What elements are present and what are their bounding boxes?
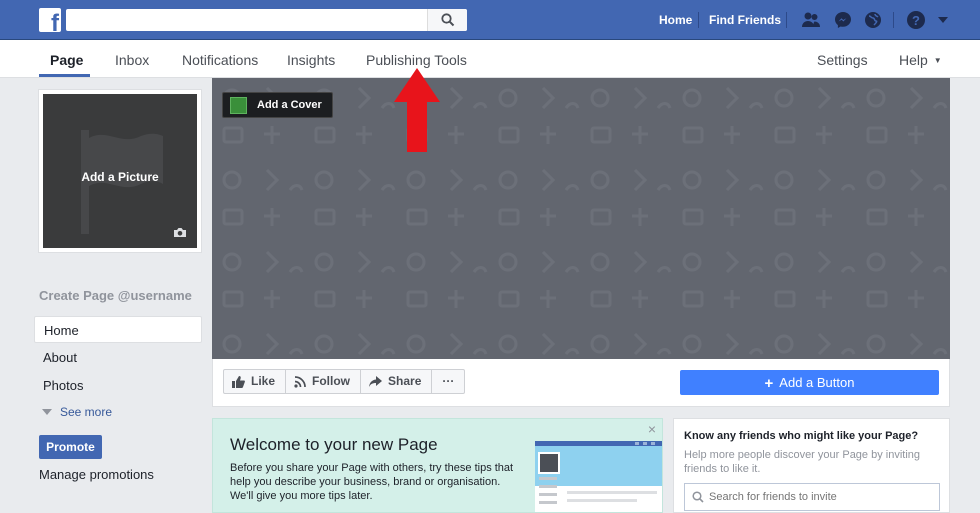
find-friends-link[interactable]: Find Friends (709, 13, 781, 27)
like-button[interactable]: Like (224, 370, 287, 393)
tab-inbox[interactable]: Inbox (115, 52, 149, 68)
welcome-body: Before you share your Page with others, … (230, 462, 514, 502)
top-bar: f Home Find Friends ? (0, 0, 980, 40)
rss-follow-icon (294, 375, 306, 388)
nav-divider (893, 12, 894, 28)
sidebar-item-photos[interactable]: Photos (34, 372, 202, 399)
home-link[interactable]: Home (659, 13, 692, 27)
like-label: Like (251, 374, 276, 388)
add-cover-label: Add a Cover (257, 99, 322, 111)
active-tab-underline (39, 74, 90, 77)
follow-button[interactable]: Follow (286, 370, 362, 393)
account-menu-chevron-down-icon[interactable] (936, 14, 950, 26)
profile-picture-placeholder[interactable]: Add a Picture (43, 94, 197, 248)
globe-notifications-icon[interactable] (863, 10, 883, 30)
page-actions-group: Like Follow Share ··· (223, 369, 466, 394)
search-icon (441, 13, 455, 27)
invite-body: Help more people discover your Page by i… (684, 449, 921, 475)
manage-promotions-link[interactable]: Manage promotions (39, 467, 154, 482)
invite-friends-search-input[interactable] (709, 484, 935, 510)
tab-page[interactable]: Page (50, 52, 83, 68)
search-input[interactable] (66, 9, 426, 31)
cover-photo-area[interactable] (212, 78, 950, 359)
nav-divider (786, 12, 787, 28)
more-dots-icon: ··· (442, 374, 455, 388)
tab-insights[interactable]: Insights (287, 52, 335, 68)
welcome-panel: Welcome to your new Page Before you shar… (212, 418, 663, 513)
nav-divider (698, 12, 699, 28)
sidebar-item-home[interactable]: Home (34, 316, 202, 343)
invite-search-box (684, 483, 940, 511)
page-nav: Page Inbox Notifications Insights Publis… (0, 40, 980, 78)
plus-icon: + (764, 375, 774, 392)
svg-text:?: ? (912, 13, 920, 28)
tab-help-label: Help (899, 52, 928, 68)
red-arrow-annotation-icon (394, 68, 440, 152)
share-arrow-icon (369, 376, 383, 387)
create-page-username-link[interactable]: Create Page @username (39, 288, 192, 303)
camera-icon[interactable] (173, 227, 187, 238)
caret-down-icon: ▼ (933, 56, 942, 65)
follow-label: Follow (312, 374, 351, 388)
friend-requests-icon[interactable] (801, 10, 821, 30)
help-question-icon[interactable]: ? (906, 10, 926, 30)
search-button[interactable] (427, 9, 467, 31)
share-label: Share (388, 374, 422, 388)
see-more-label: See more (60, 405, 113, 419)
profile-picture-frame[interactable]: Add a Picture (38, 89, 202, 253)
invite-title: Know any friends who might like your Pag… (684, 430, 919, 442)
invite-friends-panel: Know any friends who might like your Pag… (673, 418, 950, 513)
chevron-down-icon (42, 409, 52, 415)
search-box (66, 9, 467, 31)
search-icon (692, 491, 704, 503)
cover-pattern-background (212, 78, 950, 359)
tab-settings[interactable]: Settings (817, 52, 868, 68)
sidebar-item-about[interactable]: About (34, 344, 202, 371)
add-picture-label: Add a Picture (81, 170, 159, 184)
welcome-title: Welcome to your new Page (230, 435, 438, 454)
page-preview-illustration-icon (535, 441, 662, 512)
tab-publishing-tools[interactable]: Publishing Tools (366, 52, 467, 68)
more-options-button[interactable]: ··· (432, 370, 464, 393)
tab-notifications[interactable]: Notifications (182, 52, 258, 68)
add-button-label: Add a Button (779, 375, 855, 390)
see-more-link[interactable]: See more (42, 405, 112, 419)
close-icon[interactable]: × (648, 421, 656, 437)
facebook-logo-icon[interactable]: f (39, 8, 61, 32)
thumbs-up-icon (232, 375, 245, 388)
add-a-button-button[interactable]: + Add a Button (680, 370, 939, 395)
add-cover-button[interactable]: Add a Cover (222, 92, 333, 118)
share-button[interactable]: Share (361, 370, 433, 393)
messenger-icon[interactable] (833, 10, 853, 30)
tab-help[interactable]: Help ▼ (899, 52, 942, 68)
cover-image-icon (230, 97, 247, 114)
promote-button[interactable]: Promote (39, 435, 102, 459)
